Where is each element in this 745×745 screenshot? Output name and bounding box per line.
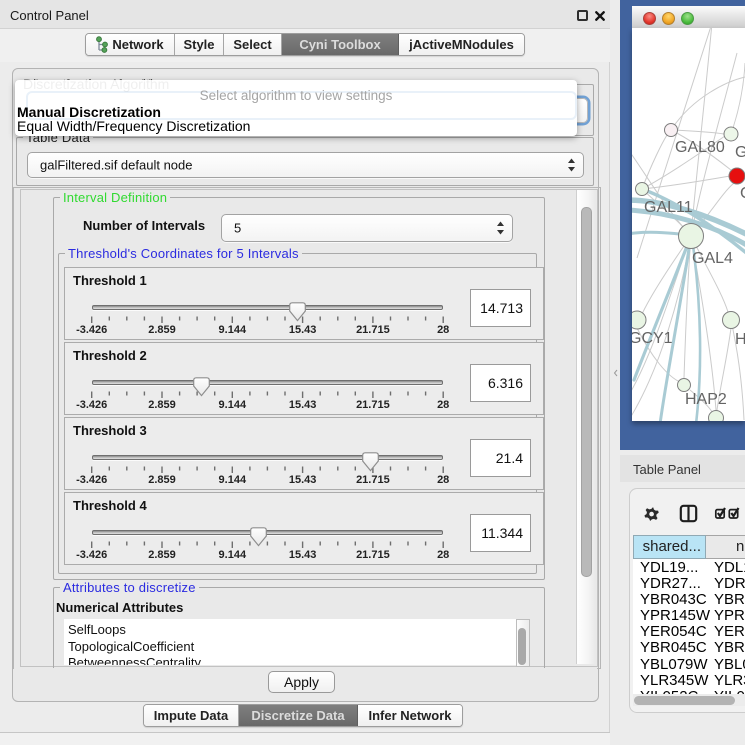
svg-text:GAL4: GAL4 [692,250,733,267]
svg-text:H: H [735,331,745,348]
svg-text:GCY1: GCY1 [632,330,673,347]
svg-text:G: G [735,144,745,161]
svg-text:GAL80: GAL80 [675,139,725,156]
svg-text:GAL11: GAL11 [644,199,693,216]
svg-text:HAP2: HAP2 [685,391,727,408]
svg-text:C: C [740,185,745,202]
